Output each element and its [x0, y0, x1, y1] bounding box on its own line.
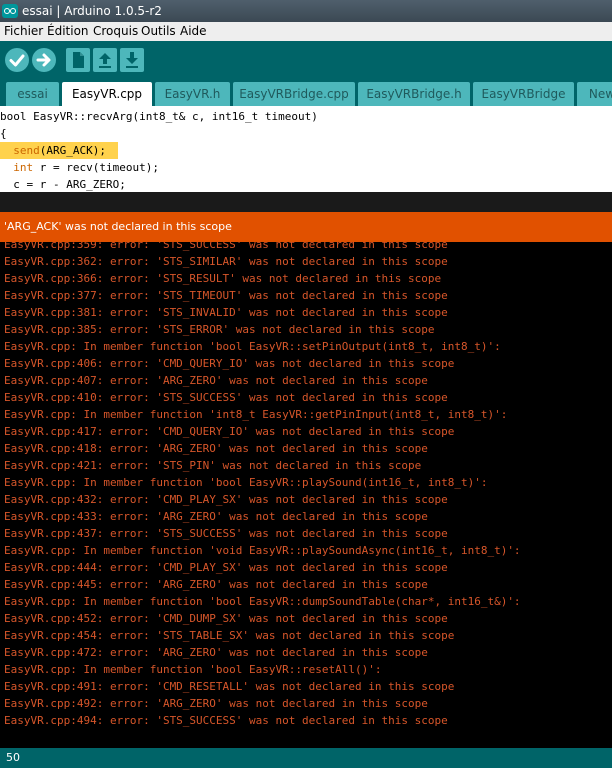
open-arrow-up-icon	[99, 53, 111, 68]
console-line: EasyVR.cpp: In member function 'void Eas…	[4, 544, 521, 557]
upload-button[interactable]	[32, 48, 56, 72]
code-line: bool EasyVR::recvArg(int8_t& c, int16_t …	[0, 110, 318, 123]
upload-arrow-icon	[36, 53, 51, 67]
menu-outils[interactable]: Outils	[139, 22, 178, 41]
new-file-icon	[73, 52, 84, 68]
console-line: EasyVR.cpp:444: error: 'CMD_PLAY_SX' was…	[4, 561, 448, 574]
menu-aide[interactable]: Aide	[178, 22, 209, 41]
console-line: EasyVR.cpp:492: error: 'ARG_ZERO' was no…	[4, 697, 428, 710]
code-editor[interactable]: bool EasyVR::recvArg(int8_t& c, int16_t …	[0, 106, 612, 192]
tab-bar: essai EasyVR.cpp EasyVR.h EasyVRBridge.c…	[0, 79, 612, 106]
code-token-int: int	[13, 161, 34, 174]
tab-easyvr-h[interactable]: EasyVR.h	[155, 82, 230, 106]
console-line: EasyVR.cpp: In member function 'bool Eas…	[4, 476, 488, 489]
code-line: {	[0, 127, 7, 140]
line-number: 50	[6, 751, 20, 764]
code-token-rest: (ARG_ACK);	[39, 144, 106, 157]
console-line: EasyVR.cpp:491: error: 'CMD_RESETALL' wa…	[4, 680, 455, 693]
tab-new[interactable]: New	[577, 82, 612, 106]
console-line: EasyVR.cpp:452: error: 'CMD_DUMP_SX' was…	[4, 612, 448, 625]
console-line: EasyVR.cpp:432: error: 'CMD_PLAY_SX' was…	[4, 493, 448, 506]
console-line: EasyVR.cpp: In member function 'int8_t E…	[4, 408, 508, 421]
console-line: EasyVR.cpp:433: error: 'ARG_ZERO' was no…	[4, 510, 428, 523]
console-line: EasyVR.cpp:410: error: 'STS_SUCCESS' was…	[4, 391, 448, 404]
menu-fichier[interactable]: Fichier	[2, 22, 45, 41]
verify-check-icon	[9, 54, 25, 67]
console-line: EasyVR.cpp:359: error: 'STS_SUCCESS' was…	[4, 242, 448, 251]
compiler-console[interactable]: EasyVR.cpp:359: error: 'STS_SUCCESS' was…	[0, 242, 612, 748]
console-line: EasyVR.cpp:418: error: 'ARG_ZERO' was no…	[4, 442, 428, 455]
footer-status: 50	[0, 748, 612, 768]
window-titlebar: essai | Arduino 1.0.5-r2	[0, 0, 612, 22]
console-line: EasyVR.cpp:366: error: 'STS_RESULT' was …	[4, 272, 442, 285]
code-token-rest: r = recv(timeout);	[33, 161, 159, 174]
verify-button[interactable]	[5, 48, 29, 72]
console-line: EasyVR.cpp:454: error: 'STS_TABLE_SX' wa…	[4, 629, 455, 642]
console-line: EasyVR.cpp: In member function 'bool Eas…	[4, 663, 382, 676]
console-line: EasyVR.cpp:381: error: 'STS_INVALID' was…	[4, 306, 448, 319]
console-line: EasyVR.cpp:362: error: 'STS_SIMILAR' was…	[4, 255, 448, 268]
error-message: 'ARG_ACK' was not declared in this scope	[4, 220, 232, 233]
code-line: c = r - ARG_ZERO;	[0, 178, 126, 191]
code-line-highlighted: send(ARG_ACK);	[0, 142, 118, 159]
console-line: EasyVR.cpp:437: error: 'STS_SUCCESS' was…	[4, 527, 448, 540]
window-title: essai | Arduino 1.0.5-r2	[22, 4, 162, 18]
console-line: EasyVR.cpp:385: error: 'STS_ERROR' was n…	[4, 323, 435, 336]
arduino-logo-icon	[2, 4, 18, 18]
menu-bar: Fichier Édition Croquis Outils Aide	[0, 22, 612, 41]
tab-easyvrbridge[interactable]: EasyVRBridge	[473, 82, 574, 106]
error-status-bar: 'ARG_ACK' was not declared in this scope	[0, 212, 612, 242]
new-file-button[interactable]	[66, 48, 90, 72]
tab-easyvrbridge-h[interactable]: EasyVRBridge.h	[358, 82, 470, 106]
console-line: EasyVR.cpp:406: error: 'CMD_QUERY_IO' wa…	[4, 357, 455, 370]
tab-easyvrbridge-cpp[interactable]: EasyVRBridge.cpp	[233, 82, 355, 106]
console-line: EasyVR.cpp:407: error: 'ARG_ZERO' was no…	[4, 374, 428, 387]
console-line: EasyVR.cpp:445: error: 'ARG_ZERO' was no…	[4, 578, 428, 591]
menu-edition[interactable]: Édition	[45, 22, 91, 41]
menu-croquis[interactable]: Croquis	[91, 22, 140, 41]
console-line: EasyVR.cpp:494: error: 'STS_SUCCESS' was…	[4, 714, 448, 727]
console-line: EasyVR.cpp:472: error: 'ARG_ZERO' was no…	[4, 646, 428, 659]
console-line: EasyVR.cpp: In member function 'bool Eas…	[4, 595, 521, 608]
console-line: EasyVR.cpp:417: error: 'CMD_QUERY_IO' wa…	[4, 425, 455, 438]
toolbar	[0, 41, 612, 79]
console-line: EasyVR.cpp:421: error: 'STS_PIN' was not…	[4, 459, 422, 472]
tab-easyvr-cpp[interactable]: EasyVR.cpp	[62, 82, 152, 106]
console-line: EasyVR.cpp:377: error: 'STS_TIMEOUT' was…	[4, 289, 448, 302]
save-arrow-down-icon	[126, 52, 138, 68]
save-button[interactable]	[120, 48, 144, 72]
code-token-send: send	[13, 144, 40, 157]
tab-essai[interactable]: essai	[6, 82, 59, 106]
console-line: EasyVR.cpp: In member function 'bool Eas…	[4, 340, 501, 353]
open-button[interactable]	[93, 48, 117, 72]
code-line: int r = recv(timeout);	[0, 159, 612, 176]
